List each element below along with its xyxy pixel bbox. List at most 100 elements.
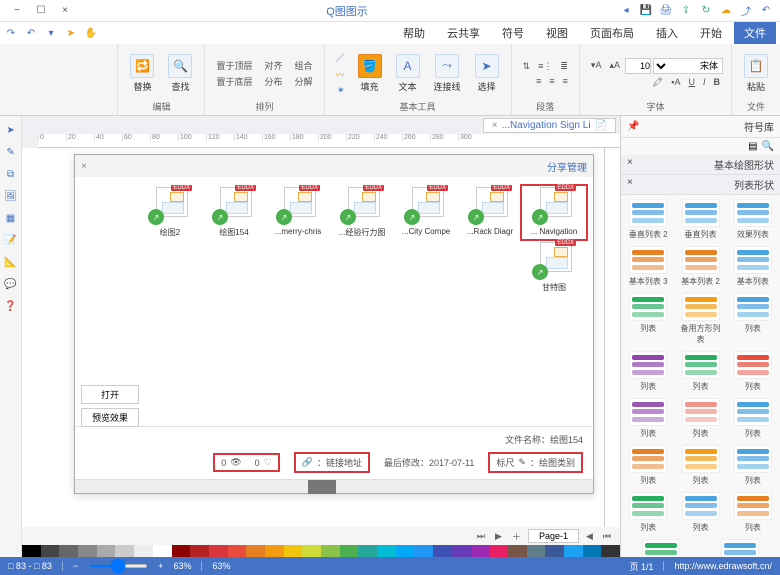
number-list-icon[interactable]: ⋮≡ xyxy=(535,60,555,73)
panel-menu-icon[interactable]: ▤ xyxy=(748,141,757,152)
increase-font-icon[interactable]: A▴ xyxy=(606,59,623,72)
shape-item[interactable]: 列表 xyxy=(626,445,670,486)
text-edit-icon[interactable]: ✎ xyxy=(3,144,19,160)
file-item[interactable]: EDDX↗甘特图 xyxy=(523,242,585,293)
palette-swatch[interactable] xyxy=(97,545,116,557)
edit-type-icon[interactable]: ✎ xyxy=(518,457,526,468)
curve-tool-icon[interactable]: 〰 xyxy=(333,67,348,82)
file-item[interactable]: EDDX↗merry-chris... xyxy=(267,187,329,238)
layers-icon[interactable]: ▦ xyxy=(3,210,19,226)
export-icon[interactable]: ⇪ xyxy=(678,3,694,19)
note-icon[interactable]: 📝 xyxy=(3,232,19,248)
last-page-icon[interactable]: ⏭ xyxy=(474,531,488,542)
maximize-button[interactable]: ☐ xyxy=(30,2,52,20)
page-tab-1[interactable]: Page-1 xyxy=(528,529,579,543)
palette-swatch[interactable] xyxy=(22,545,41,557)
shape-item[interactable]: 列表 xyxy=(731,293,775,345)
eye-icon[interactable]: 👁 xyxy=(230,457,241,468)
section-basic[interactable]: 基本绘图形状 xyxy=(714,157,774,172)
search-shapes-icon[interactable]: 🔍 xyxy=(762,141,774,152)
shape-item[interactable]: 备用方形列表 xyxy=(679,293,723,345)
palette-swatch[interactable] xyxy=(115,545,134,557)
palette-swatch[interactable] xyxy=(78,545,97,557)
palette-swatch[interactable] xyxy=(508,545,527,557)
align-right-icon[interactable]: ≡ xyxy=(533,75,544,87)
align-center-icon[interactable]: ≡ xyxy=(546,75,557,87)
send-back-button[interactable]: 置于底层 xyxy=(213,74,255,89)
underline-button[interactable]: U xyxy=(685,76,698,88)
select-tool-button[interactable]: ➤选择 xyxy=(471,52,503,95)
ungroup-button[interactable]: 分解 xyxy=(292,74,316,89)
palette-swatch[interactable] xyxy=(414,545,433,557)
doc-tab-close-icon[interactable]: × xyxy=(492,120,498,131)
font-family-select[interactable]: 宋体 xyxy=(653,58,723,74)
crop-icon[interactable]: ⧉ xyxy=(3,166,19,182)
palette-swatch[interactable] xyxy=(246,545,265,557)
font-size-input[interactable] xyxy=(625,58,651,74)
pointer-icon[interactable]: ➤ xyxy=(64,26,78,40)
shape-item[interactable]: 列表 xyxy=(626,293,670,345)
align-left-icon[interactable]: ≡ xyxy=(560,75,571,87)
palette-swatch[interactable] xyxy=(284,545,303,557)
file-item[interactable]: EDDX↗经验行力图... xyxy=(331,187,393,238)
section-close-icon[interactable]: × xyxy=(627,157,633,172)
palette-swatch[interactable] xyxy=(302,545,321,557)
decrease-font-icon[interactable]: A▾ xyxy=(588,59,605,72)
section-list[interactable]: 列表形状 xyxy=(734,177,774,192)
first-page-icon[interactable]: ⏮ xyxy=(600,531,614,542)
heart-icon[interactable]: ♡ xyxy=(264,457,272,468)
refresh-icon[interactable]: ↻ xyxy=(698,3,714,19)
file-item[interactable]: EDDX↗Rack Diagr... xyxy=(459,187,521,238)
file-item[interactable]: EDDX↗绘图154 xyxy=(203,187,265,238)
distribute-button[interactable]: 分布 xyxy=(261,74,285,89)
tab-file[interactable]: 文件 xyxy=(734,22,776,44)
picture-icon[interactable]: 🖼 xyxy=(3,188,19,204)
shape-item[interactable]: 列表 xyxy=(626,492,670,533)
shape-item[interactable]: 基本列表 xyxy=(731,246,775,287)
section-close-icon-2[interactable]: × xyxy=(627,177,633,192)
add-page-icon[interactable]: ＋ xyxy=(509,530,524,543)
shape-item[interactable]: 列表 xyxy=(626,398,670,439)
palette-swatch[interactable] xyxy=(153,545,172,557)
palette-swatch[interactable] xyxy=(545,545,564,557)
share-icon[interactable]: ⤴ xyxy=(738,3,754,19)
line-tool-icon[interactable]: ／ xyxy=(333,50,348,65)
palette-swatch[interactable] xyxy=(471,545,490,557)
palette-swatch[interactable] xyxy=(601,545,620,557)
line-spacing-icon[interactable]: ⇅ xyxy=(520,60,534,73)
shape-item[interactable]: 列表 xyxy=(731,351,775,392)
shape-item[interactable]: 列表 xyxy=(626,351,670,392)
palette-swatch[interactable] xyxy=(377,545,396,557)
palette-swatch[interactable] xyxy=(340,545,359,557)
shape-item[interactable]: 列表 xyxy=(679,492,723,533)
shape-item[interactable]: 列表 xyxy=(731,398,775,439)
cloud-icon[interactable]: ☁ xyxy=(718,3,734,19)
palette-swatch[interactable] xyxy=(134,545,153,557)
tab-home[interactable]: 开始 xyxy=(690,22,732,44)
paste-button[interactable]: 📋粘贴 xyxy=(740,52,772,95)
preview-button[interactable]: 预览效果 xyxy=(81,408,139,427)
cursor-tool-icon[interactable]: ➤ xyxy=(3,122,19,138)
tab-insert[interactable]: 插入 xyxy=(646,22,688,44)
file-item[interactable]: EDDX↗City Compe... xyxy=(395,187,457,238)
palette-swatch[interactable] xyxy=(59,545,78,557)
replace-button[interactable]: 🔁替换 xyxy=(126,52,158,95)
comment-icon[interactable]: 💬 xyxy=(3,276,19,292)
palette-swatch[interactable] xyxy=(527,545,546,557)
link-icon[interactable]: 🔗 xyxy=(302,457,313,468)
panel-pin-icon[interactable]: 📌 xyxy=(627,121,639,132)
print-icon[interactable]: 🖨 xyxy=(658,3,674,19)
tab-view[interactable]: 视图 xyxy=(536,22,578,44)
palette-swatch[interactable] xyxy=(489,545,508,557)
shape-item[interactable]: 列表 xyxy=(679,445,723,486)
palette-swatch[interactable] xyxy=(209,545,228,557)
shape-item[interactable]: 列表 xyxy=(679,398,723,439)
bring-front-button[interactable]: 置于顶层 xyxy=(213,58,255,73)
shape-item[interactable]: 垂直列表 xyxy=(679,199,723,240)
find-button[interactable]: 🔍查找 xyxy=(164,52,196,95)
bullet-list-icon[interactable]: ≣ xyxy=(557,60,571,73)
qa-dropdown-icon[interactable]: ▾ xyxy=(44,26,58,40)
shape-item[interactable]: 文件夹名 xyxy=(639,539,683,557)
undo2-icon[interactable]: ↶ xyxy=(24,26,38,40)
palette-swatch[interactable] xyxy=(190,545,209,557)
